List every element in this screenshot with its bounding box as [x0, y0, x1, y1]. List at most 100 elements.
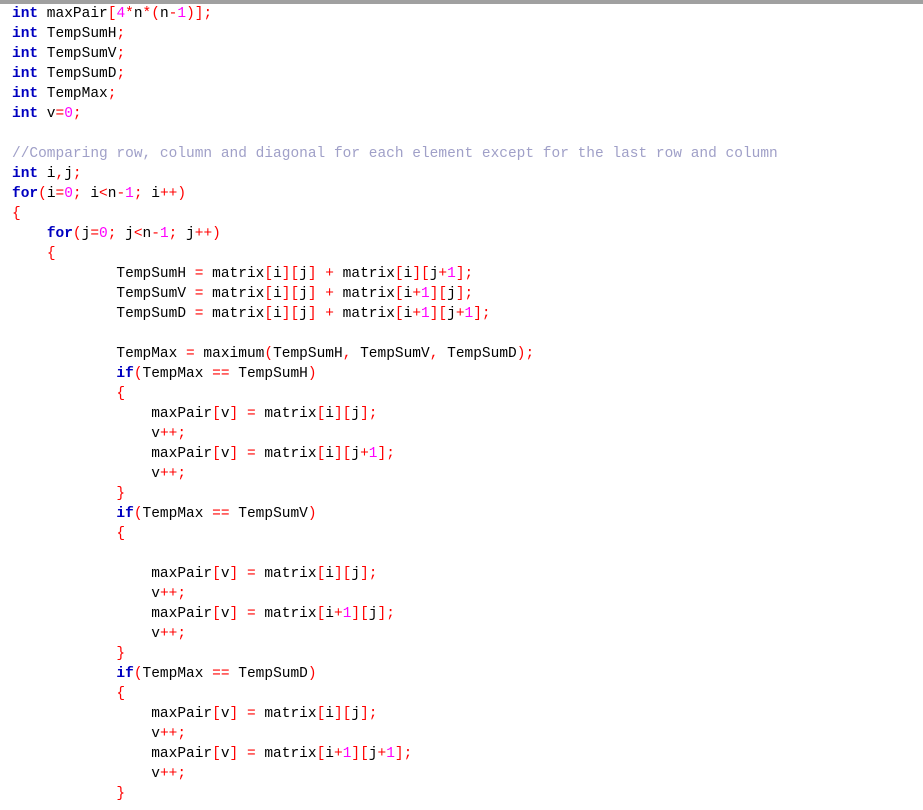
- operator-token: ][: [281, 266, 300, 282]
- operator-token: ][: [281, 306, 300, 322]
- code-editor[interactable]: int maxPair[4*n*(n-1)]; int TempSumH; int …: [0, 0, 923, 810]
- operator-token: [: [212, 606, 221, 622]
- identifier-token: j: [447, 286, 456, 302]
- identifier-token: v: [12, 766, 160, 782]
- operator-token: ]: [229, 606, 239, 622]
- code-line: int TempMax;: [12, 84, 917, 104]
- operator-token: (: [133, 366, 143, 382]
- identifier-token: j: [299, 266, 308, 282]
- code-line: maxPair[v] = matrix[i+1][j];: [12, 604, 917, 624]
- code-text-area[interactable]: int maxPair[4*n*(n-1)]; int TempSumH; int …: [12, 4, 917, 810]
- identifier-token: maxPair: [12, 606, 213, 622]
- operator-token: ];: [377, 446, 395, 462]
- operator-token: [: [212, 746, 221, 762]
- keyword-token: int: [12, 66, 39, 82]
- operator-token: ]: [229, 446, 239, 462]
- operator-token: *(: [142, 6, 160, 22]
- operator-token: (: [72, 226, 82, 242]
- operator-token: ][: [351, 746, 369, 762]
- identifier-token: j: [299, 306, 308, 322]
- code-line: {: [12, 244, 917, 264]
- operator-token: =: [90, 226, 100, 242]
- operator-token: ];: [473, 306, 491, 322]
- identifier-token: TempSumH: [38, 26, 117, 42]
- identifier-token: i: [325, 606, 334, 622]
- code-line: maxPair[v] = matrix[i][j];: [12, 404, 917, 424]
- operator-token: [: [264, 266, 274, 282]
- operator-token: ): [307, 366, 317, 382]
- operator-token: ++): [194, 226, 221, 242]
- operator-token: [: [212, 706, 221, 722]
- code-line: if(TempMax == TempSumH): [12, 364, 917, 384]
- operator-token: <: [99, 186, 108, 202]
- operator-token: {: [12, 206, 21, 222]
- identifier-token: v: [220, 706, 230, 722]
- operator-token: =: [55, 186, 65, 202]
- identifier-token: TempSumH: [273, 346, 343, 362]
- identifier-token: TempMax: [142, 366, 213, 382]
- keyword-token: int: [12, 6, 39, 22]
- identifier-token: TempMax: [38, 86, 108, 102]
- identifier-token: [12, 386, 116, 402]
- operator-token: (: [133, 666, 143, 682]
- identifier-token: [238, 446, 247, 462]
- operator-token: +: [333, 746, 343, 762]
- operator-token: ++): [159, 186, 187, 202]
- operator-token: <: [133, 226, 143, 242]
- operator-token: ;: [116, 26, 126, 42]
- identifier-token: i: [403, 306, 413, 322]
- identifier-token: j: [351, 446, 361, 462]
- code-line: {: [12, 684, 917, 704]
- operator-token: +: [325, 306, 334, 322]
- identifier-token: [317, 306, 326, 322]
- operator-token: ;: [72, 186, 82, 202]
- identifier-token: i: [38, 166, 56, 182]
- keyword-token: int: [12, 46, 39, 62]
- identifier-token: TempMax: [142, 666, 213, 682]
- identifier-token: [317, 286, 326, 302]
- code-line: }: [12, 784, 917, 804]
- operator-token: -: [151, 226, 160, 242]
- code-line: TempSumD = matrix[i][j] + matrix[i+1][j+…: [12, 304, 917, 324]
- identifier-token: TempSumH: [12, 266, 195, 282]
- operator-token: ]: [307, 286, 317, 302]
- operator-token: [: [212, 446, 221, 462]
- number-token: 1: [159, 226, 169, 242]
- identifier-token: [317, 266, 326, 282]
- identifier-token: maximum: [194, 346, 265, 362]
- operator-token: ];: [360, 406, 378, 422]
- identifier-token: [12, 506, 116, 522]
- operator-token: ]: [229, 406, 239, 422]
- operator-token: ;: [72, 106, 82, 122]
- operator-token: ];: [394, 746, 413, 762]
- code-line: int TempSumD;: [12, 64, 917, 84]
- operator-token: ): [307, 506, 317, 522]
- operator-token: =: [55, 106, 65, 122]
- identifier-token: matrix: [255, 446, 317, 462]
- operator-token: [: [316, 406, 326, 422]
- operator-token: [: [394, 266, 404, 282]
- operator-token: ;: [72, 166, 82, 182]
- operator-token: ==: [212, 666, 230, 682]
- operator-token: )];: [186, 6, 213, 22]
- operator-token: ;: [107, 86, 117, 102]
- operator-token: ]: [229, 746, 239, 762]
- identifier-token: matrix: [255, 746, 317, 762]
- identifier-token: TempSumV: [12, 286, 195, 302]
- code-line: int maxPair[4*n*(n-1)];: [12, 4, 917, 24]
- code-line: ​: [12, 324, 917, 344]
- identifier-token: j: [351, 566, 361, 582]
- operator-token: [: [394, 286, 404, 302]
- operator-token: ++;: [159, 586, 187, 602]
- identifier-token: v: [220, 566, 230, 582]
- identifier-token: j: [368, 606, 378, 622]
- code-line: v++;: [12, 424, 917, 444]
- identifier-token: i: [325, 406, 334, 422]
- code-line: v++;: [12, 584, 917, 604]
- operator-token: ][: [333, 406, 352, 422]
- operator-token: [: [212, 566, 221, 582]
- keyword-token: if: [116, 506, 134, 522]
- identifier-token: [12, 526, 116, 542]
- keyword-token: for: [46, 226, 73, 242]
- identifier-token: i: [403, 266, 413, 282]
